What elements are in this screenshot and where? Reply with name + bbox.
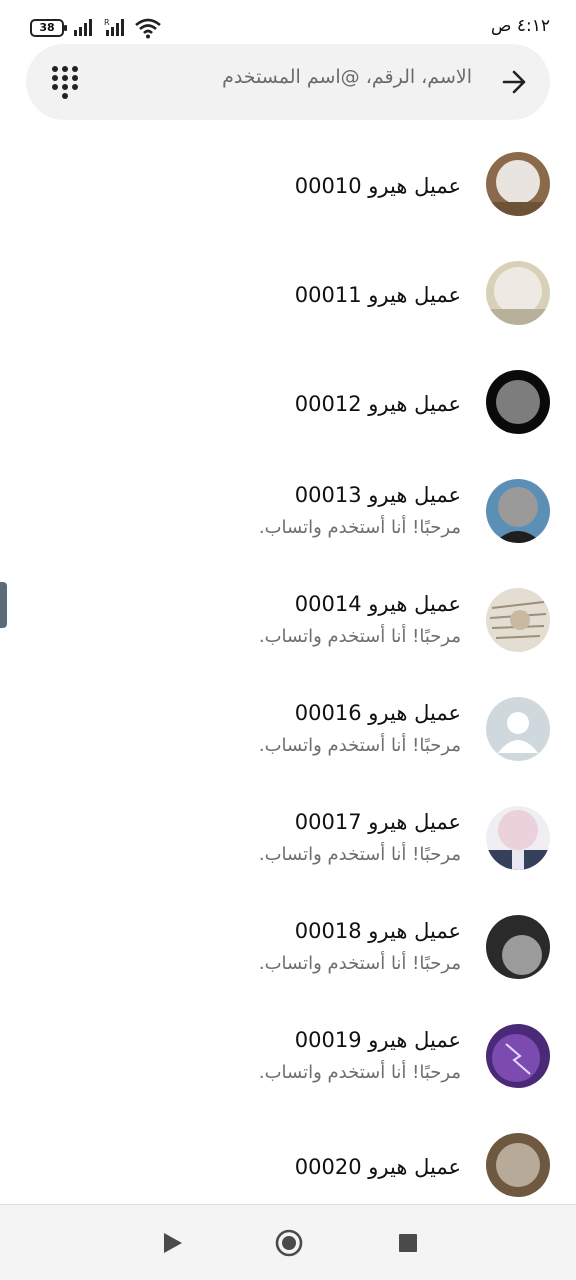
battery-icon: 38 xyxy=(30,19,67,37)
contact-name: عميل هيرو 00013 xyxy=(294,483,461,507)
search-input[interactable]: الاسم، الرقم، @اسم المستخدم xyxy=(222,66,472,88)
nav-recents-icon[interactable] xyxy=(393,1228,423,1258)
status-bar: 38 R ٤:١٢ ص xyxy=(0,0,576,44)
signal-icon xyxy=(74,19,92,36)
contact-name: عميل هيرو 00014 xyxy=(294,592,461,616)
nav-back-icon[interactable] xyxy=(157,1228,187,1258)
dialpad-icon[interactable] xyxy=(50,64,80,102)
contact-name: عميل هيرو 00020 xyxy=(294,1155,461,1179)
avatar[interactable] xyxy=(486,370,550,434)
avatar[interactable] xyxy=(486,152,550,216)
contact-status: مرحبًا! أنا أستخدم واتساب. xyxy=(258,517,461,538)
contact-name: عميل هيرو 00011 xyxy=(294,283,461,307)
contact-name: عميل هيرو 00019 xyxy=(294,1028,461,1052)
contact-name: عميل هيرو 00016 xyxy=(294,701,461,725)
avatar[interactable] xyxy=(486,915,550,979)
contact-status: مرحبًا! أنا أستخدم واتساب. xyxy=(258,1062,461,1083)
contact-status: مرحبًا! أنا أستخدم واتساب. xyxy=(258,626,461,647)
avatar[interactable] xyxy=(486,1024,550,1088)
contact-item[interactable]: عميل هيرو 00011 xyxy=(0,239,576,348)
contact-name: عميل هيرو 00018 xyxy=(294,919,461,943)
signal-roaming-icon: R xyxy=(104,18,124,36)
scroll-handle[interactable] xyxy=(0,582,7,628)
contact-item[interactable]: عميل هيرو 00019 مرحبًا! أنا أستخدم واتسا… xyxy=(0,1002,576,1111)
status-time: ٤:١٢ ص xyxy=(490,16,550,36)
avatar[interactable] xyxy=(486,1133,550,1197)
arrow-back-icon[interactable] xyxy=(498,66,530,98)
avatar[interactable] xyxy=(486,479,550,543)
contact-name: عميل هيرو 00017 xyxy=(294,810,461,834)
contact-item[interactable]: عميل هيرو 00012 xyxy=(0,348,576,457)
contact-status: مرحبًا! أنا أستخدم واتساب. xyxy=(258,844,461,865)
contact-item[interactable]: عميل هيرو 00016 مرحبًا! أنا أستخدم واتسا… xyxy=(0,675,576,784)
contact-name: عميل هيرو 00012 xyxy=(294,392,461,416)
contact-item[interactable]: عميل هيرو 00018 مرحبًا! أنا أستخدم واتسا… xyxy=(0,893,576,1002)
nav-home-icon[interactable] xyxy=(274,1228,304,1258)
contact-status: مرحبًا! أنا أستخدم واتساب. xyxy=(258,735,461,756)
system-nav-bar xyxy=(0,1204,576,1280)
default-avatar-icon[interactable] xyxy=(486,697,550,761)
contact-item[interactable]: عميل هيرو 00013 مرحبًا! أنا أستخدم واتسا… xyxy=(0,457,576,566)
contact-item[interactable]: عميل هيرو 00010 xyxy=(0,130,576,239)
battery-level: 38 xyxy=(39,21,55,34)
wifi-icon xyxy=(135,18,161,39)
svg-text:R: R xyxy=(104,18,110,27)
contact-item[interactable]: عميل هيرو 00014 مرحبًا! أنا أستخدم واتسا… xyxy=(0,566,576,675)
avatar[interactable] xyxy=(486,806,550,870)
contact-item[interactable]: عميل هيرو 00017 مرحبًا! أنا أستخدم واتسا… xyxy=(0,784,576,893)
avatar[interactable] xyxy=(486,261,550,325)
contact-status: مرحبًا! أنا أستخدم واتساب. xyxy=(258,953,461,974)
contact-name: عميل هيرو 00010 xyxy=(294,174,461,198)
search-bar[interactable]: الاسم، الرقم، @اسم المستخدم xyxy=(26,44,550,120)
avatar[interactable] xyxy=(486,588,550,652)
